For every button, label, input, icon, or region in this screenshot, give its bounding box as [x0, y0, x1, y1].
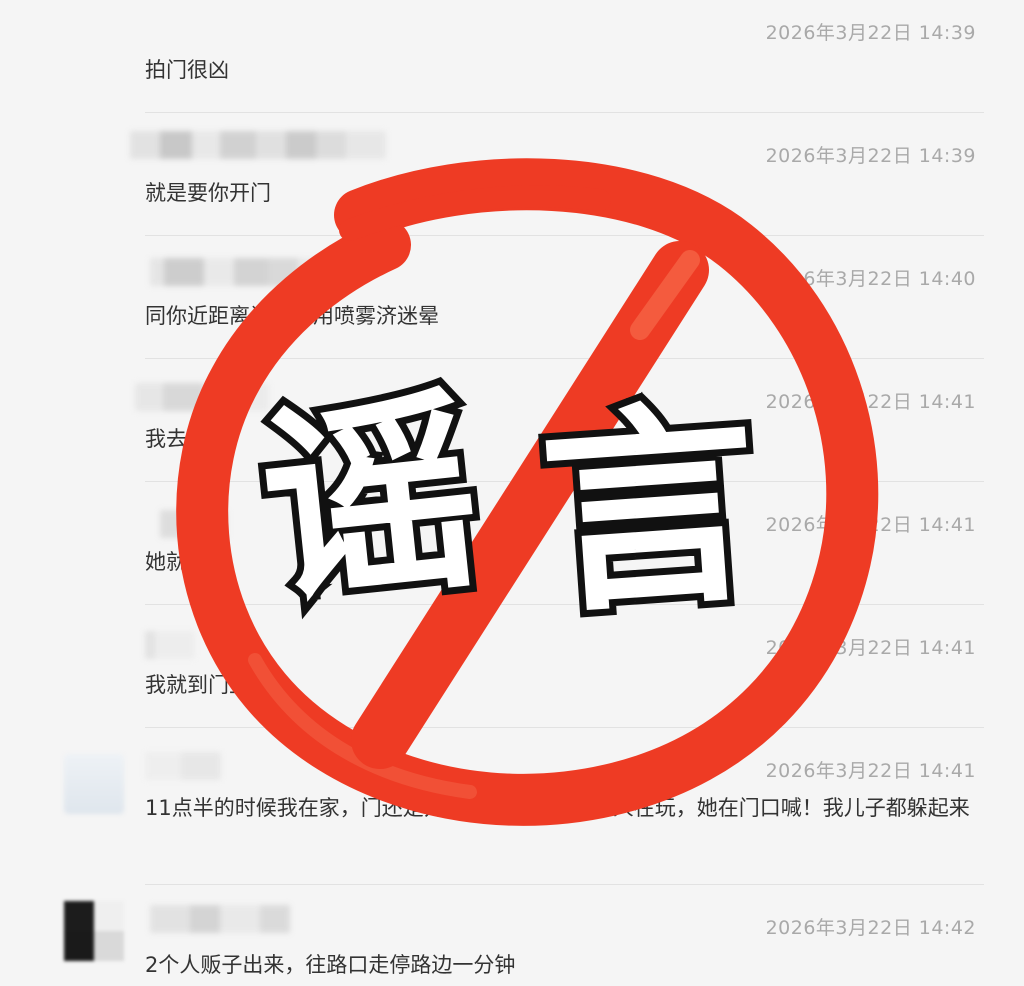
message-text[interactable]: 我就到门卫等: [145, 669, 976, 701]
message-text[interactable]: 同你近距离说话或用喷雾济迷晕: [145, 300, 976, 332]
message-timestamp: 2026年3月22日 14:39: [765, 145, 976, 167]
message-timestamp: 2026年3月22日 14:40: [765, 268, 976, 290]
message-text[interactable]: 11点半的时候我在家，门还是开着的，我儿子一个人在玩，她在门口喊！我儿子都躲起来: [145, 792, 976, 824]
message-1: 2026年3月22日 14:39 拍门很凶: [0, 0, 1024, 112]
message-text[interactable]: 2个人贩子出来，往路口走停路边一分钟: [145, 949, 976, 981]
message-4: 2026年3月22日 14:41 我去拿: [0, 359, 1024, 481]
message-8: 2026年3月22日 14:42 2个人贩子出来，往路口走停路边一分钟: [0, 885, 1024, 986]
message-timestamp: 2026年3月22日 14:42: [765, 917, 976, 939]
message-timestamp: 2026年3月22日 14:41: [765, 391, 976, 413]
sender-name-redacted: [130, 131, 386, 159]
message-text[interactable]: 她就跑了: [145, 546, 976, 578]
message-timestamp: 2026年3月22日 14:39: [765, 22, 976, 44]
message-6: 2026年3月22日 14:41 我就到门卫等: [0, 605, 1024, 727]
sender-name-redacted: [150, 905, 290, 933]
message-3: 2026年3月22日 14:40 同你近距离说话或用喷雾济迷晕: [0, 236, 1024, 358]
avatar[interactable]: [64, 754, 124, 814]
sender-name-redacted: [150, 258, 338, 286]
sender-name-redacted: [145, 752, 221, 780]
message-timestamp: 2026年3月22日 14:41: [765, 514, 976, 536]
sender-name-redacted: [145, 631, 195, 659]
avatar[interactable]: [64, 901, 124, 961]
message-text[interactable]: 就是要你开门: [145, 177, 976, 209]
message-5: 2026年3月22日 14:41 她就跑了: [0, 482, 1024, 604]
message-text[interactable]: 拍门很凶: [145, 54, 976, 86]
sender-name-redacted: [160, 510, 228, 538]
message-text[interactable]: 我去拿: [145, 423, 976, 455]
message-2: 2026年3月22日 14:39 就是要你开门: [0, 113, 1024, 235]
chat-screenshot: 2026年3月22日 14:39 拍门很凶 2026年3月22日 14:39 就…: [0, 0, 1024, 986]
message-7: 2026年3月22日 14:41 11点半的时候我在家，门还是开着的，我儿子一个…: [0, 728, 1024, 884]
message-timestamp: 2026年3月22日 14:41: [765, 760, 976, 782]
sender-name-redacted: [135, 383, 269, 411]
message-timestamp: 2026年3月22日 14:41: [765, 637, 976, 659]
